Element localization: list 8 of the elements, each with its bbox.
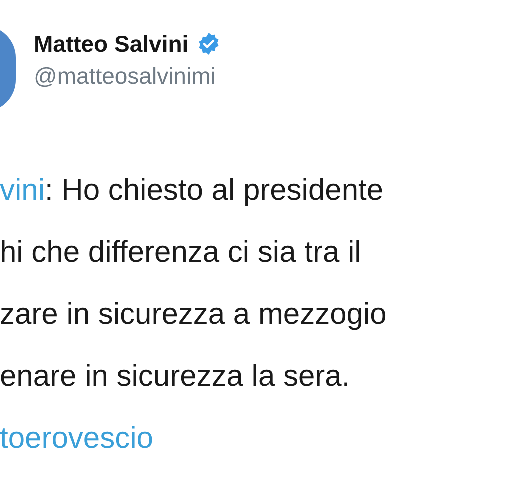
hashtag-link[interactable]: toerovescio [0,418,154,459]
mention-link[interactable]: vini [0,170,46,211]
tweet-text-line: enare in sicurezza la sera. [0,359,350,395]
author-name: Matteo Salvini [34,30,189,59]
tweet-text-line: : Ho chiesto al presidente [45,173,384,209]
tweet-text-line: hi che differenza ci sia tra il [0,235,362,271]
tweet-text-line: zare in sicurezza a mezzogio [0,297,387,333]
author-handle: @matteosalvinimi [34,62,217,91]
